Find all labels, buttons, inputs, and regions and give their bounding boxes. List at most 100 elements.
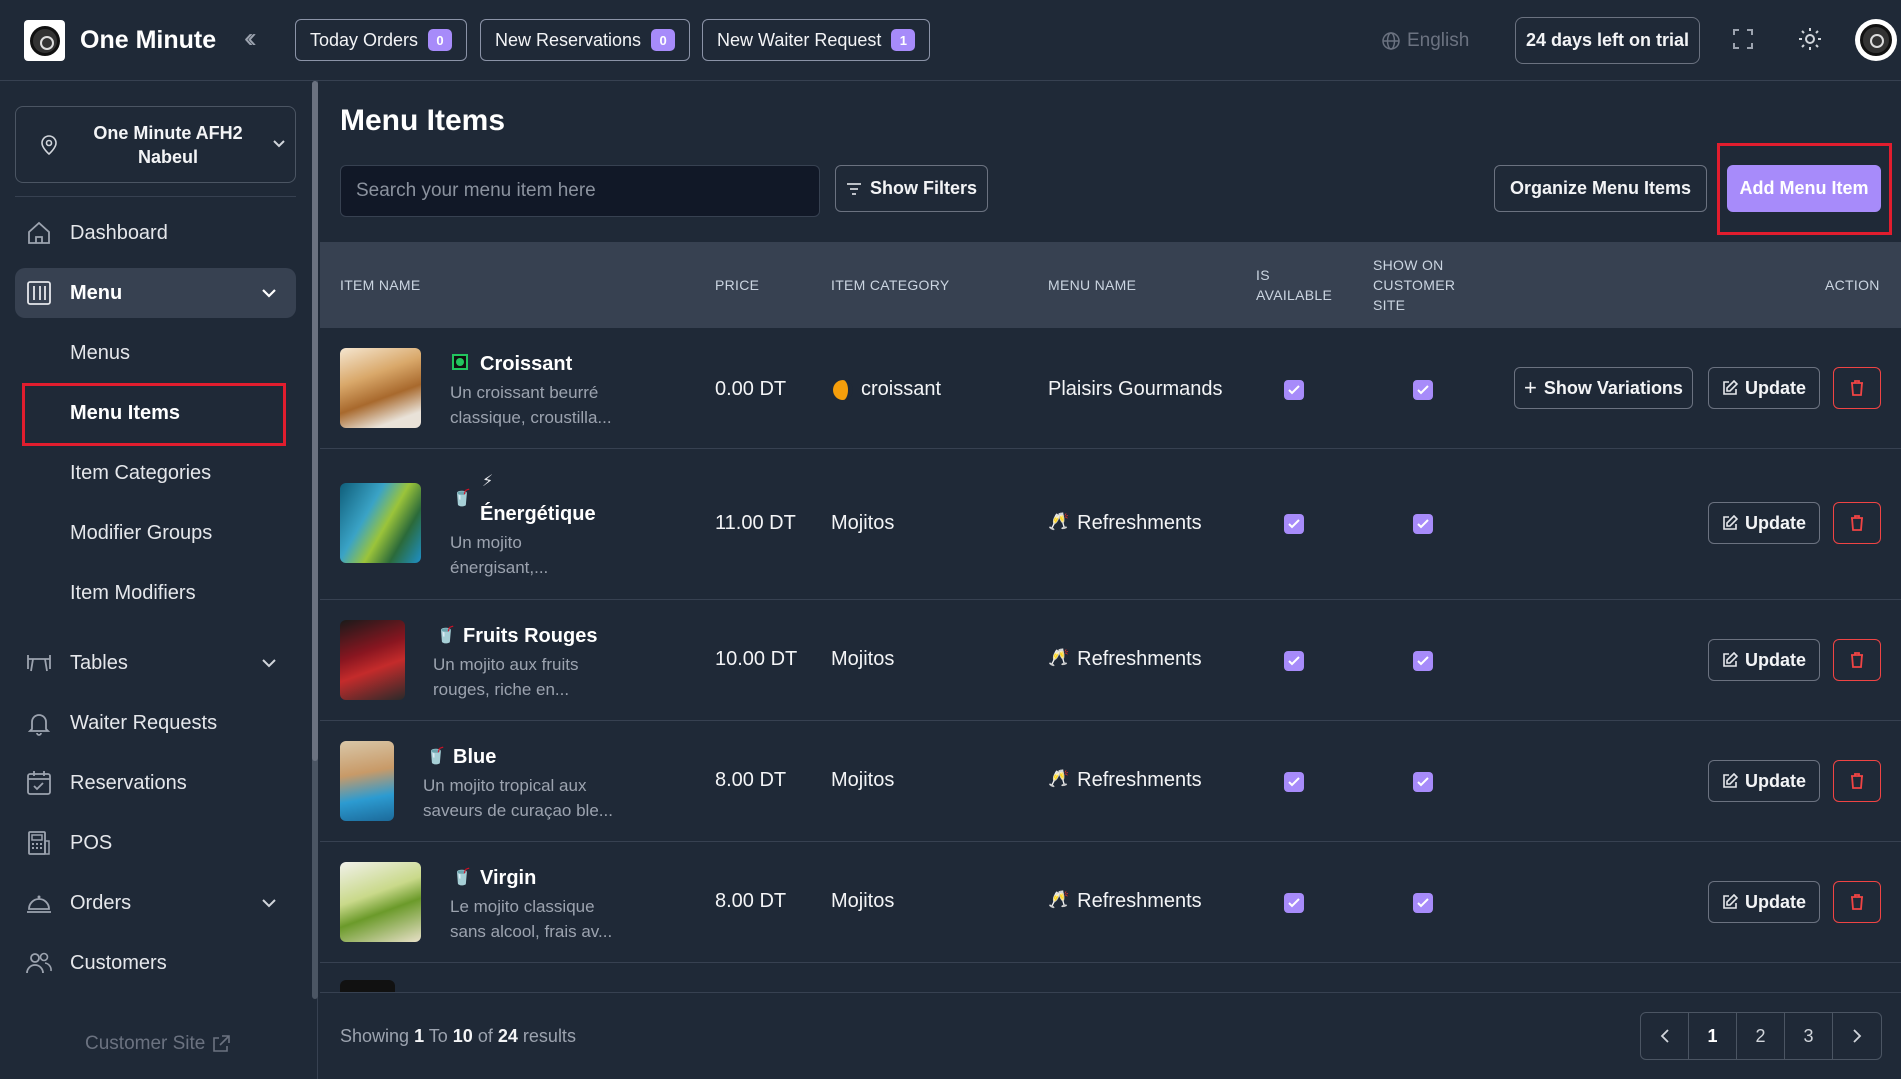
chevron-down-icon xyxy=(273,140,285,148)
sidebar-item-customers[interactable]: Customers xyxy=(15,938,296,988)
sidebar-subitem-item-modifiers[interactable]: Item Modifiers xyxy=(70,582,196,605)
language-selector[interactable]: English xyxy=(1381,30,1469,52)
delete-button[interactable] xyxy=(1833,367,1881,409)
sidebar-item-label: Reservations xyxy=(70,771,187,794)
column-show-on-customer-site: SHOW ON CUSTOMER SITE xyxy=(1373,257,1456,313)
customer-site-link[interactable]: Customer Site xyxy=(85,1033,231,1055)
page-3-button[interactable]: 3 xyxy=(1785,1013,1833,1059)
table-row: 🥤 Blue Un mojito tropical aux saveurs de … xyxy=(320,721,1901,842)
new-waiter-request-button[interactable]: New Waiter Request 1 xyxy=(702,19,931,61)
is-available-checkbox[interactable] xyxy=(1284,651,1304,671)
menu-book-icon xyxy=(27,281,51,305)
item-name: Virgin xyxy=(480,867,537,889)
croissant-icon xyxy=(833,379,853,400)
highlight-box xyxy=(1717,143,1892,235)
today-orders-button[interactable]: Today Orders 0 xyxy=(295,19,468,61)
cloche-icon xyxy=(27,895,51,913)
update-button[interactable]: Update xyxy=(1708,639,1820,681)
sidebar-item-label: POS xyxy=(70,831,113,854)
show-on-site-checkbox[interactable] xyxy=(1413,893,1433,913)
table-header: ITEM NAME PRICE ITEM CATEGORY MENU NAME … xyxy=(320,242,1901,328)
item-category: Mojitos xyxy=(831,769,895,791)
item-name: Énergétique xyxy=(480,503,596,525)
collapse-sidebar-icon[interactable]: ‹‹ xyxy=(244,24,256,52)
show-on-site-checkbox[interactable] xyxy=(1413,380,1433,400)
sidebar-subitem-item-categories[interactable]: Item Categories xyxy=(70,462,211,485)
fullscreen-icon[interactable] xyxy=(1732,28,1754,50)
page-2-button[interactable]: 2 xyxy=(1737,1013,1785,1059)
chevron-down-icon xyxy=(262,659,276,668)
trash-icon xyxy=(1851,652,1863,668)
sidebar-item-pos[interactable]: POS xyxy=(15,818,296,868)
delete-button[interactable] xyxy=(1833,639,1881,681)
item-price: 0.00 DT xyxy=(715,378,787,400)
branch-selector[interactable]: One Minute AFH2 Nabeul xyxy=(15,106,296,183)
table-row: 🥤 ⚡ Énergétique Un mojito énergisant,... … xyxy=(320,449,1901,600)
show-on-site-checkbox[interactable] xyxy=(1413,772,1433,792)
plus-icon: + xyxy=(1524,375,1537,400)
drink-icon: 🥤 xyxy=(452,869,472,886)
new-waiter-request-label: New Waiter Request xyxy=(717,29,882,50)
menu-name: 🥂 Refreshments xyxy=(1048,769,1202,791)
prev-page-button[interactable] xyxy=(1641,1013,1689,1059)
energetique-image xyxy=(340,483,421,563)
edit-icon xyxy=(1723,894,1738,909)
table-row: Croissant Un croissant beurré classique, … xyxy=(320,328,1901,449)
sidebar-subitem-modifier-groups[interactable]: Modifier Groups xyxy=(70,522,212,545)
sidebar-item-menu[interactable]: Menu xyxy=(15,268,296,318)
show-on-site-checkbox[interactable] xyxy=(1413,514,1433,534)
sidebar-item-label: Tables xyxy=(70,651,128,674)
app-logo[interactable] xyxy=(24,20,65,61)
update-button[interactable]: Update xyxy=(1708,881,1820,923)
delete-button[interactable] xyxy=(1833,502,1881,544)
highlight-box xyxy=(22,383,286,446)
sidebar-item-reservations[interactable]: Reservations xyxy=(15,758,296,808)
sun-icon[interactable] xyxy=(1798,27,1822,51)
home-icon xyxy=(28,221,50,244)
sidebar-item-waiter-requests[interactable]: Waiter Requests xyxy=(15,698,296,748)
external-link-icon xyxy=(213,1035,231,1052)
new-reservations-button[interactable]: New Reservations 0 xyxy=(480,19,691,61)
column-item-name: ITEM NAME xyxy=(340,277,421,293)
avatar[interactable] xyxy=(1855,19,1897,61)
update-button[interactable]: Update xyxy=(1708,760,1820,802)
show-variations-button[interactable]: + Show Variations xyxy=(1514,367,1693,409)
sidebar-item-dashboard[interactable]: Dashboard xyxy=(15,208,296,258)
organize-menu-items-button[interactable]: Organize Menu Items xyxy=(1494,165,1707,212)
calendar-icon xyxy=(27,771,51,795)
column-price: PRICE xyxy=(715,277,760,293)
sidebar-item-label: Customers xyxy=(70,951,167,974)
is-available-checkbox[interactable] xyxy=(1284,893,1304,913)
sidebar-subitem-menus[interactable]: Menus xyxy=(70,342,130,365)
is-available-checkbox[interactable] xyxy=(1284,380,1304,400)
show-filters-button[interactable]: Show Filters xyxy=(835,165,988,212)
trash-icon xyxy=(1851,773,1863,789)
sidebar-item-label: Dashboard xyxy=(70,221,168,244)
item-description: Le mojito classique sans alcool, frais av… xyxy=(450,897,613,941)
next-page-button[interactable] xyxy=(1833,1013,1881,1059)
item-name: Blue xyxy=(453,746,497,768)
delete-button[interactable] xyxy=(1833,881,1881,923)
branch-name: One Minute AFH2 Nabeul xyxy=(93,123,243,167)
sidebar-item-orders[interactable]: Orders xyxy=(15,878,296,928)
delete-button[interactable] xyxy=(1833,760,1881,802)
edit-icon xyxy=(1723,515,1738,530)
sidebar-item-tables[interactable]: Tables xyxy=(15,638,296,688)
lightning-icon: ⚡ xyxy=(482,473,494,490)
menu-name: 🥂 Refreshments xyxy=(1048,890,1202,912)
partial-row-image xyxy=(340,980,395,992)
is-available-checkbox[interactable] xyxy=(1284,772,1304,792)
show-on-site-checkbox[interactable] xyxy=(1413,651,1433,671)
update-button[interactable]: Update xyxy=(1708,367,1820,409)
table-row: 🥤 Virgin Le mojito classique sans alcool,… xyxy=(320,842,1901,963)
update-button[interactable]: Update xyxy=(1708,502,1820,544)
search-input[interactable] xyxy=(340,165,820,217)
sidebar-scroll-thumb[interactable] xyxy=(312,81,318,761)
is-available-checkbox[interactable] xyxy=(1284,514,1304,534)
item-description: Un mojito tropical aux saveurs de curaçao… xyxy=(423,776,613,820)
trial-button[interactable]: 24 days left on trial xyxy=(1515,17,1700,64)
item-category: Mojitos xyxy=(831,512,895,534)
page-1-button[interactable]: 1 xyxy=(1689,1013,1737,1059)
users-icon xyxy=(26,952,52,974)
chevron-right-icon xyxy=(1853,1029,1862,1043)
